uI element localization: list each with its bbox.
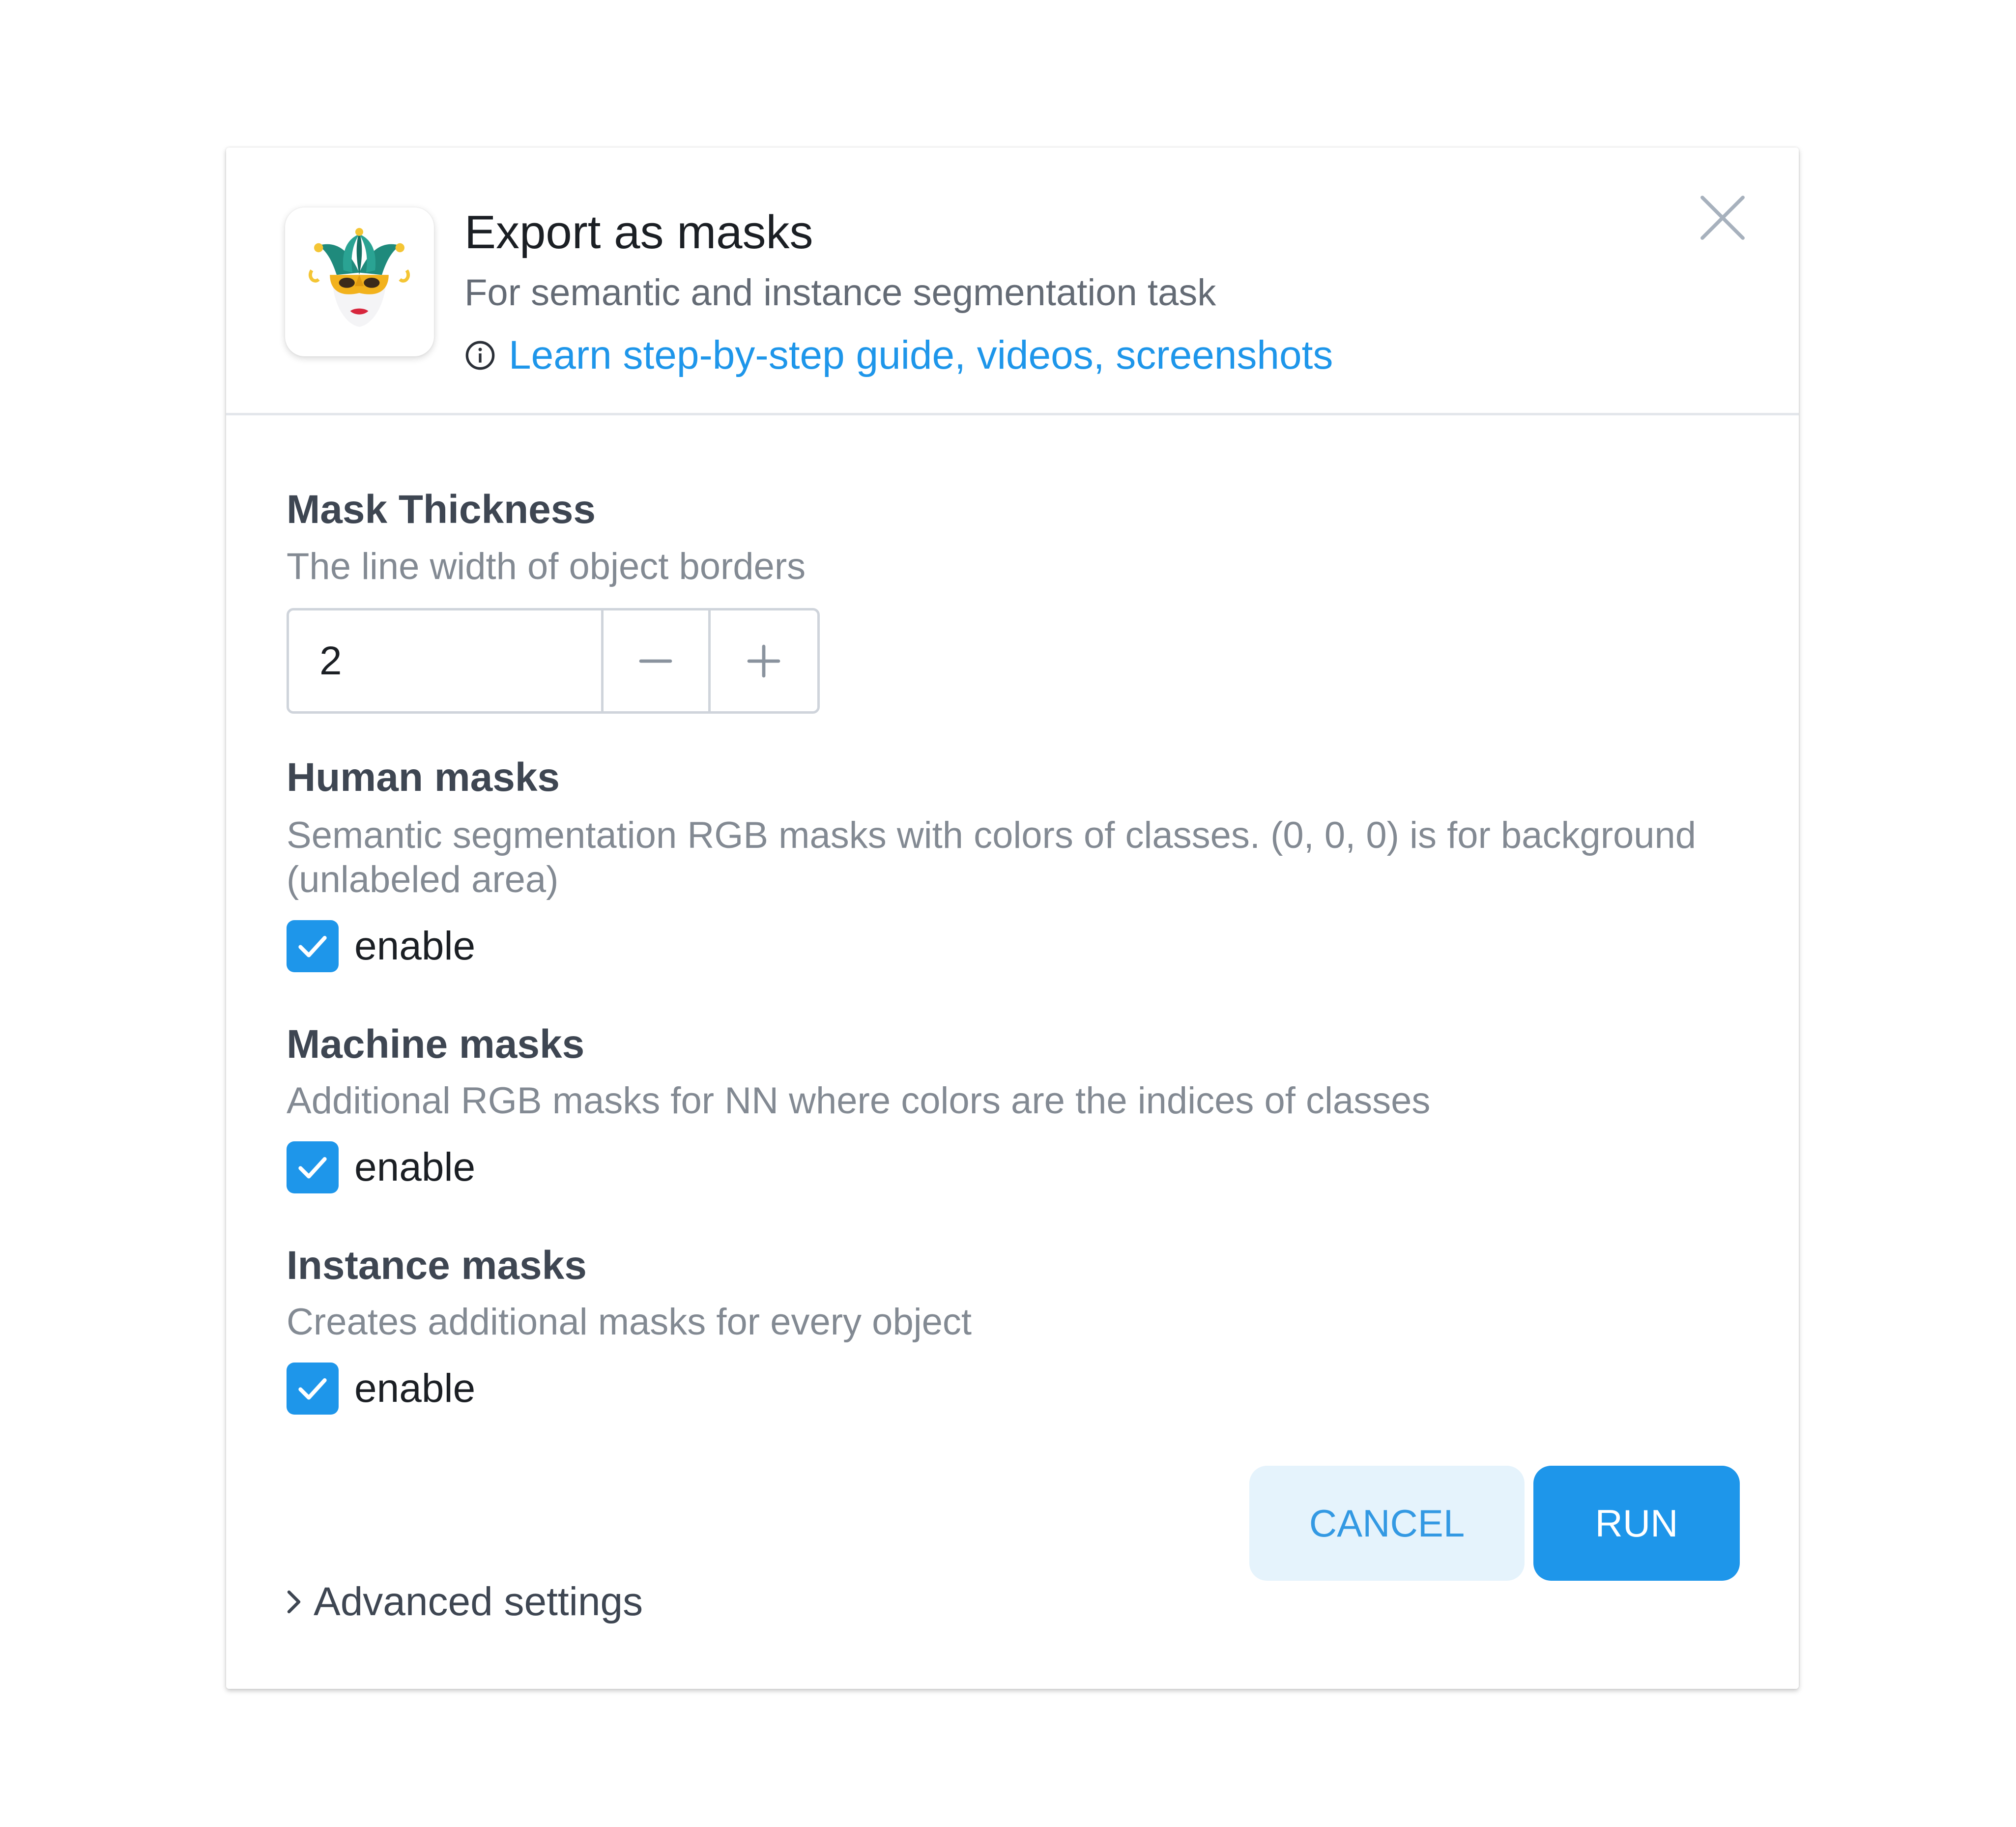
advanced-settings-label: Advanced settings xyxy=(314,1579,643,1624)
instance-masks-checkbox-row[interactable]: enable xyxy=(287,1363,475,1415)
mask-thickness-input[interactable] xyxy=(289,610,604,711)
guide-link-text: Learn step-by-step guide, videos, screen… xyxy=(509,333,1333,377)
minus-icon xyxy=(639,659,672,663)
mask-thickness-stepper xyxy=(287,608,820,714)
mask-thickness-title: Mask Thickness xyxy=(287,487,596,532)
machine-masks-checkbox-row[interactable]: enable xyxy=(287,1141,475,1193)
app-icon xyxy=(285,207,434,356)
instance-masks-title: Instance masks xyxy=(287,1243,587,1288)
machine-masks-description: Additional RGB masks for NN where colors… xyxy=(287,1080,1431,1122)
instance-masks-checkbox[interactable] xyxy=(287,1363,339,1415)
human-masks-title: Human masks xyxy=(287,755,560,800)
dialog-title: Export as masks xyxy=(464,206,813,259)
human-masks-checkbox-label: enable xyxy=(354,924,476,968)
run-button[interactable]: RUN xyxy=(1533,1466,1740,1581)
chevron-right-icon xyxy=(287,1590,301,1614)
human-masks-description: Semantic segmentation RGB masks with col… xyxy=(287,814,1697,900)
instance-masks-checkbox-label: enable xyxy=(354,1366,476,1411)
guide-link[interactable]: Learn step-by-step guide, videos, screen… xyxy=(464,332,1333,378)
dialog-subtitle: For semantic and instance segmentation t… xyxy=(464,272,1216,314)
close-icon xyxy=(1700,196,1745,240)
checkmark-icon xyxy=(298,1378,327,1400)
machine-masks-checkbox[interactable] xyxy=(287,1141,339,1193)
dialog-header: Export as masks For semantic and instanc… xyxy=(226,147,1799,415)
machine-masks-title: Machine masks xyxy=(287,1022,585,1067)
plus-icon xyxy=(747,644,780,677)
close-button[interactable] xyxy=(1696,191,1750,245)
advanced-settings-toggle[interactable]: Advanced settings xyxy=(284,1579,643,1625)
human-masks-checkbox[interactable] xyxy=(287,920,339,972)
machine-masks-checkbox-label: enable xyxy=(354,1145,476,1189)
info-icon xyxy=(465,341,495,370)
instance-masks-description: Creates additional masks for every objec… xyxy=(287,1301,972,1343)
cancel-button[interactable]: CANCEL xyxy=(1249,1466,1525,1581)
increment-button[interactable] xyxy=(711,610,817,711)
checkmark-icon xyxy=(298,936,327,957)
decrement-button[interactable] xyxy=(604,610,711,711)
checkmark-icon xyxy=(298,1157,327,1179)
export-masks-dialog: Export as masks For semantic and instanc… xyxy=(226,147,1799,1689)
mask-thickness-description: The line width of object borders xyxy=(287,546,806,587)
human-masks-checkbox-row[interactable]: enable xyxy=(287,920,475,972)
jester-mask-icon xyxy=(308,228,410,327)
